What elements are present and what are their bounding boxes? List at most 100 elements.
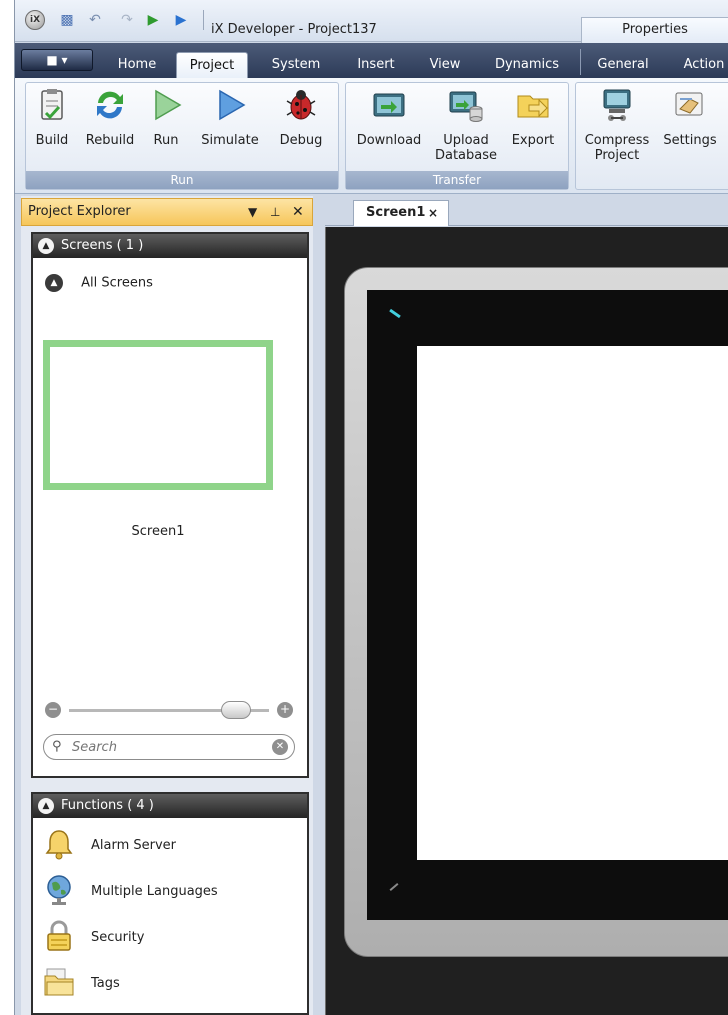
- ribbon-group-run: Build Rebuild Run Simulate Debug Run: [25, 82, 339, 190]
- file-menu-button[interactable]: ■ ▾: [21, 49, 93, 71]
- clear-search-icon[interactable]: ✕: [272, 739, 288, 755]
- settings-button[interactable]: Settings: [658, 87, 722, 148]
- zoom-in-icon[interactable]: +: [277, 702, 293, 718]
- all-screens-item[interactable]: ▲ All Screens: [45, 274, 153, 292]
- search-icon: ⚲: [52, 739, 62, 754]
- run-icon[interactable]: ▶: [145, 12, 161, 28]
- redo-icon[interactable]: ↷: [119, 12, 135, 28]
- project-explorer-header: Project Explorer ▼ ⊥ ✕: [21, 198, 313, 226]
- search-box: ⚲ ✕: [43, 734, 295, 760]
- stylus-mark-icon: [389, 883, 399, 891]
- ribbon-group-transfer: Download Upload Database Export Transfer: [345, 82, 569, 190]
- ribbon-group-project: Compress Project Settings: [575, 82, 728, 190]
- tab-insert[interactable]: Insert: [345, 52, 407, 78]
- screens-panel-header[interactable]: ▲ Screens ( 1 ): [33, 234, 307, 258]
- upload-database-label-line2: Database: [434, 148, 498, 163]
- simulate-icon[interactable]: ▶: [173, 12, 189, 28]
- download-label: Download: [356, 133, 422, 148]
- build-button[interactable]: Build: [30, 87, 74, 148]
- tab-general[interactable]: General: [585, 52, 661, 78]
- tab-system[interactable]: System: [260, 52, 332, 78]
- screen-editor-canvas[interactable]: [325, 227, 728, 1015]
- screens-header-label: Screens ( 1 ): [61, 238, 144, 253]
- upload-database-label-line1: Upload: [443, 133, 489, 148]
- debug-button[interactable]: Debug: [274, 87, 328, 148]
- tab-dynamics[interactable]: Dynamics: [485, 52, 569, 78]
- zoom-slider-thumb[interactable]: [221, 701, 251, 719]
- close-tab-icon[interactable]: ×: [428, 201, 438, 225]
- compress-project-button[interactable]: Compress Project: [580, 87, 654, 163]
- build-label: Build: [35, 133, 69, 148]
- simulate-label: Simulate: [201, 133, 259, 148]
- export-icon: [517, 95, 549, 118]
- all-screens-label: All Screens: [81, 275, 153, 291]
- build-icon: [41, 89, 63, 120]
- screen-thumbnail-label: Screen1: [131, 524, 185, 539]
- rebuild-label: Rebuild: [85, 133, 135, 148]
- search-input[interactable]: [72, 738, 262, 756]
- tab-view[interactable]: View: [419, 52, 471, 78]
- simulate-play-icon: [219, 89, 246, 121]
- tab-home[interactable]: Home: [107, 52, 167, 78]
- zoom-out-icon[interactable]: −: [45, 702, 61, 718]
- functions-panel: ▲ Functions ( 4 ) Alarm Server Multiple …: [31, 792, 309, 1015]
- tab-screen1-label: Screen1: [366, 205, 426, 220]
- hmi-panel-display: [367, 290, 728, 920]
- screen-thumbnail[interactable]: [43, 340, 273, 490]
- app-window: iX ▩ ↶ ↷ ▶ ▶ iX Developer - Project137 P…: [14, 0, 728, 1015]
- function-label: Security: [91, 930, 145, 945]
- close-pane-icon[interactable]: ✕: [292, 199, 304, 225]
- app-logo-icon[interactable]: iX: [25, 10, 45, 30]
- tab-project[interactable]: Project: [176, 52, 248, 78]
- group-label-transfer: Transfer: [346, 171, 568, 189]
- thumbnail-zoom-slider[interactable]: − +: [45, 700, 295, 720]
- lock-icon: [47, 920, 71, 951]
- function-label: Alarm Server: [91, 838, 177, 853]
- pane-dropdown-icon[interactable]: ▼: [248, 199, 257, 225]
- compress-project-label-line1: Compress: [584, 133, 650, 148]
- run-button[interactable]: Run: [146, 87, 186, 148]
- tab-screen1[interactable]: Screen1 ×: [353, 200, 449, 226]
- rebuild-button[interactable]: Rebuild: [78, 87, 142, 148]
- debug-bug-icon: [286, 90, 316, 120]
- download-icon: [373, 93, 405, 117]
- export-button[interactable]: Export: [504, 87, 562, 148]
- simulate-button[interactable]: Simulate: [192, 87, 268, 148]
- compress-project-label-line2: Project: [594, 148, 640, 163]
- project-explorer-title: Project Explorer: [28, 204, 131, 219]
- tab-divider: [580, 49, 581, 75]
- group-label-run: Run: [26, 171, 338, 189]
- ribbon-tab-row: ■ ▾ Home Project System Insert View Dyna…: [15, 43, 728, 78]
- settings-icon: [675, 92, 703, 116]
- separator: [203, 10, 204, 30]
- collapse-icon[interactable]: ▲: [38, 798, 54, 814]
- hmi-panel-bezel: [344, 267, 728, 957]
- undo-icon[interactable]: ↶: [87, 12, 103, 28]
- upload-database-button[interactable]: Upload Database: [434, 87, 498, 163]
- debug-label: Debug: [279, 133, 323, 148]
- run-label: Run: [153, 133, 179, 148]
- upload-database-icon: [449, 91, 483, 122]
- pin-icon[interactable]: ⊥: [270, 199, 280, 225]
- tags-folder-icon: [44, 968, 74, 996]
- project-explorer-pane: Project Explorer ▼ ⊥ ✕ ▲ Screens ( 1 ) ▲…: [21, 196, 313, 1015]
- function-label: Tags: [91, 976, 120, 991]
- tab-action[interactable]: Action: [669, 52, 728, 78]
- document-tab-strip: Screen1 ×: [325, 196, 728, 226]
- export-label: Export: [511, 133, 555, 148]
- settings-label: Settings: [663, 133, 717, 148]
- compress-project-icon: [603, 89, 631, 121]
- window-title: iX Developer - Project137: [211, 22, 377, 37]
- functions-header-label: Functions ( 4 ): [61, 798, 154, 813]
- expand-icon[interactable]: ▲: [45, 274, 63, 292]
- download-button[interactable]: Download: [350, 87, 428, 148]
- bell-icon: [45, 830, 73, 860]
- collapse-icon[interactable]: ▲: [38, 238, 54, 254]
- screens-panel: ▲ Screens ( 1 ) ▲ All Screens Screen1 − …: [31, 232, 309, 778]
- functions-panel-header[interactable]: ▲ Functions ( 4 ): [33, 794, 307, 818]
- ribbon: Build Rebuild Run Simulate Debug Run Dow…: [15, 78, 728, 194]
- save-icon[interactable]: ▩: [59, 12, 75, 28]
- properties-context-tab[interactable]: Properties: [581, 17, 728, 43]
- screen-design-surface[interactable]: [417, 346, 728, 860]
- status-led-icon: [389, 308, 401, 319]
